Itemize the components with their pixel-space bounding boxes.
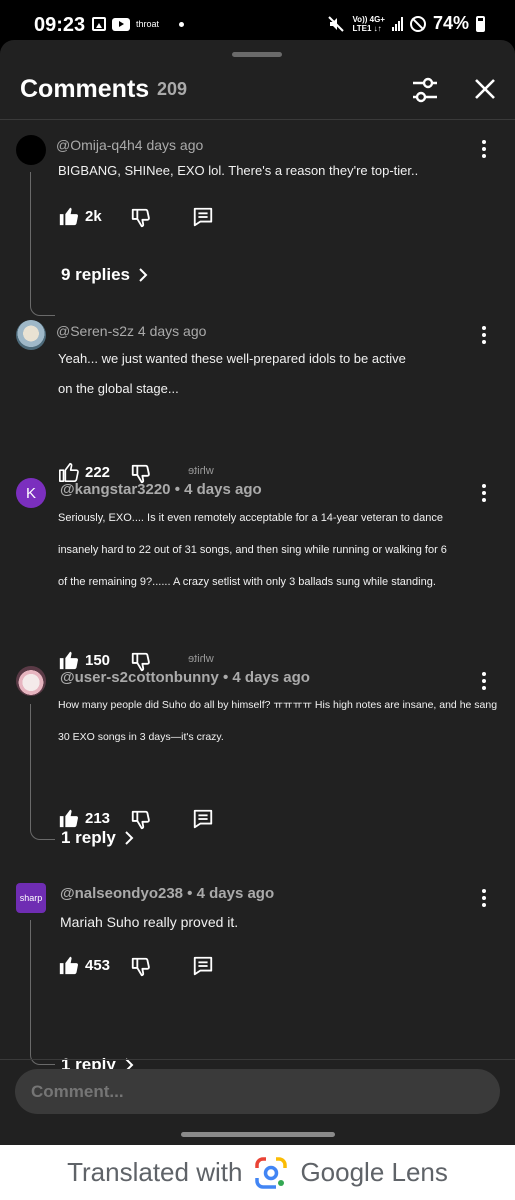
comment-line: of the remaining 9?...... A crazy setlis… — [58, 576, 436, 588]
youtube-icon — [112, 17, 130, 31]
drag-handle[interactable] — [232, 52, 282, 57]
thread-line — [30, 704, 55, 840]
reply-icon[interactable] — [192, 206, 214, 228]
status-app-text: throat — [136, 19, 160, 29]
comment-author[interactable]: @kangstar3220 • 4 days ago — [60, 481, 262, 498]
comment-line: Mariah Suho really proved it. — [60, 914, 239, 930]
comment-line: insanely hard to 22 out of 31 songs, and… — [58, 544, 447, 556]
avatar[interactable] — [16, 135, 46, 165]
more-options-icon[interactable] — [478, 888, 490, 908]
do-not-disturb-icon — [409, 15, 426, 32]
comments-sheet: Comments 209 @Omija-q4h4 days ago BIGBAN… — [0, 40, 515, 1145]
network-indicator: Vo)) 4G+ LTE1 ↓↑ — [352, 15, 385, 33]
comments-title: Comments — [20, 75, 150, 103]
avatar[interactable]: K — [16, 478, 46, 508]
like-count: 222 — [85, 464, 111, 481]
view-replies-button[interactable]: 1 reply — [61, 828, 134, 848]
translated-with-text: Translated with — [67, 1157, 243, 1187]
comment-line: BIGBANG, SHINee, EXO lol. There's a reas… — [58, 163, 419, 178]
status-time: 09:23 — [34, 14, 86, 36]
thread-line — [30, 920, 55, 1065]
comments-header: Comments 209 — [0, 70, 515, 120]
comment-input[interactable] — [15, 1069, 500, 1114]
replies-label: 1 reply — [61, 828, 116, 847]
filter-icon[interactable] — [410, 75, 440, 105]
comment-line: on the global stage... — [58, 381, 179, 396]
network-bottom-text: LTE1 ↓↑ — [352, 23, 382, 33]
comments-count: 209 — [157, 79, 188, 99]
dislike-icon[interactable] — [130, 956, 152, 978]
gallery-icon — [92, 17, 106, 31]
dislike-icon[interactable] — [130, 207, 152, 229]
comment-line: How many people did Suho do all by himse… — [58, 699, 498, 711]
like-count: 150 — [85, 652, 111, 669]
like-count: 213 — [85, 810, 111, 827]
comment-text: BIGBANG, SHINee, EXO lol. There's a reas… — [58, 156, 498, 186]
mirrored-overlay-text: white — [188, 653, 214, 665]
chevron-right-icon — [139, 268, 148, 282]
home-indicator[interactable] — [181, 1132, 335, 1137]
battery-icon — [476, 15, 485, 32]
google-lens-icon — [255, 1156, 288, 1189]
reply-icon[interactable] — [192, 808, 214, 830]
comment-author[interactable]: @Omija-q4h4 days ago — [56, 137, 203, 153]
avatar-text: sharp — [19, 893, 43, 903]
google-lens-brand: Google Lens — [300, 1157, 448, 1187]
network-top-text: Vo)) 4G+ — [352, 14, 385, 24]
notification-dot-icon — [179, 21, 185, 27]
reply-icon[interactable] — [192, 955, 214, 977]
status-system-icons: Vo)) 4G+ LTE1 ↓↑ 74% — [327, 13, 485, 34]
more-options-icon[interactable] — [478, 483, 490, 503]
like-icon[interactable] — [58, 954, 80, 976]
close-icon[interactable] — [472, 76, 498, 102]
comment-line: 30 EXO songs in 3 days—it's crazy. — [58, 731, 224, 743]
comment-author[interactable]: @Seren-s2z 4 days ago — [56, 323, 206, 339]
comment-text: Mariah Suho really proved it. — [60, 907, 500, 937]
more-options-icon[interactable] — [478, 325, 490, 345]
header-divider — [0, 119, 515, 120]
comment-line: Seriously, EXO.... Is it even remotely a… — [58, 512, 443, 524]
like-icon[interactable] — [58, 649, 80, 671]
chevron-right-icon — [125, 831, 134, 845]
signal-icon — [391, 16, 403, 31]
like-icon[interactable] — [58, 461, 80, 483]
like-icon[interactable] — [58, 205, 80, 227]
comment-author[interactable]: @user-s2cottonbunny • 4 days ago — [60, 669, 310, 686]
mute-icon — [328, 15, 345, 32]
avatar[interactable]: sharp — [16, 883, 46, 913]
view-replies-button[interactable]: 9 replies — [61, 265, 148, 285]
comment-line: Yeah... we just wanted these well-prepar… — [58, 351, 406, 366]
like-count: 2k — [85, 208, 102, 225]
input-divider — [0, 1059, 515, 1060]
like-count: 453 — [85, 957, 111, 974]
like-icon[interactable] — [58, 807, 80, 829]
replies-label: 9 replies — [61, 265, 130, 284]
translation-banner: Translated with Google Lens — [0, 1145, 515, 1200]
comment-author[interactable]: @nalseondyo238 • 4 days ago — [60, 885, 274, 902]
comment-text: How many people did Suho do all by himse… — [58, 689, 498, 753]
status-notification-icons: throat — [92, 17, 185, 31]
mirrored-overlay-text: white — [188, 465, 214, 477]
avatar[interactable] — [16, 320, 46, 350]
comment-text: Seriously, EXO.... Is it even remotely a… — [58, 502, 498, 598]
avatar[interactable] — [16, 666, 46, 696]
comment-text: Yeah... we just wanted these well-prepar… — [58, 344, 498, 404]
more-options-icon[interactable] — [478, 671, 490, 691]
thread-line — [30, 172, 55, 316]
battery-percent: 74% — [432, 13, 469, 33]
avatar-letter: K — [25, 484, 36, 502]
